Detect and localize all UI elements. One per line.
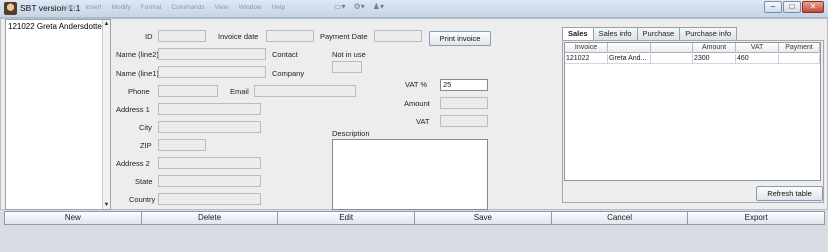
- payment-date-label: Payment Date: [320, 32, 368, 41]
- minimize-button[interactable]: –: [764, 1, 782, 13]
- window-tool-icon[interactable]: ▭▾: [334, 2, 346, 11]
- id-field[interactable]: [158, 30, 206, 42]
- action-bar: New Delete Edit Save Cancel Export: [4, 211, 826, 225]
- window-footer: [0, 228, 828, 252]
- not-in-use-field[interactable]: [332, 61, 362, 73]
- id-label: ID: [145, 32, 153, 41]
- email-field[interactable]: [254, 85, 356, 97]
- maximize-button[interactable]: □: [783, 1, 801, 13]
- tab-purchase[interactable]: Purchase: [636, 27, 681, 40]
- menu-help[interactable]: Help: [272, 4, 285, 11]
- edit-button[interactable]: Edit: [277, 211, 416, 225]
- tab-purchase-info[interactable]: Purchase info: [679, 27, 738, 40]
- name-line1-field[interactable]: [158, 66, 266, 78]
- zip-field[interactable]: [158, 139, 206, 151]
- column-header-amount[interactable]: Amount: [693, 43, 736, 53]
- tab-sales[interactable]: Sales: [562, 27, 594, 41]
- name-line1-label: Name (line1): [116, 69, 159, 78]
- name-line2-field[interactable]: [158, 48, 266, 60]
- menu-format[interactable]: Format: [141, 4, 162, 11]
- not-in-use-label: Not in use: [332, 50, 366, 59]
- table-cell: [651, 54, 693, 64]
- tab-strip: Sales Sales info Purchase Purchase info: [562, 27, 738, 41]
- column-header-invoice[interactable]: Invoice: [565, 43, 608, 53]
- table-cell: 121022: [565, 54, 608, 64]
- vat-percent-label: VAT %: [405, 80, 428, 89]
- address2-field[interactable]: [158, 157, 261, 169]
- list-item[interactable]: 121022 Greta Andersdotter: [8, 22, 105, 31]
- city-label: City: [139, 123, 152, 132]
- menu-modify[interactable]: Modify: [112, 4, 131, 11]
- city-field[interactable]: [158, 121, 261, 133]
- company-label: Company: [272, 69, 305, 78]
- column-header-name[interactable]: [608, 43, 651, 53]
- table-row[interactable]: 121022 Greta And... 2300 460: [565, 54, 820, 64]
- email-label: Email: [230, 87, 249, 96]
- invoice-list[interactable]: 121022 Greta Andersdotter ▲ ▼: [5, 19, 111, 210]
- menu-lists[interactable]: Lists: [62, 4, 75, 11]
- menu-view[interactable]: View: [215, 4, 229, 11]
- menu-commands[interactable]: Commands: [171, 4, 204, 11]
- vat-label: VAT: [416, 117, 430, 126]
- address1-field[interactable]: [158, 103, 261, 115]
- name-line2-label: Name (line2): [116, 50, 159, 59]
- amount-label: Amount: [404, 99, 430, 108]
- column-header-payment[interactable]: Payment: [779, 43, 820, 53]
- title-bar: SBT version 1.1 Lists Insert Modify Form…: [0, 0, 828, 18]
- list-scrollbar[interactable]: ▲ ▼: [102, 20, 110, 209]
- table-cell: Greta And...: [608, 54, 651, 64]
- menu-window[interactable]: Window: [239, 4, 262, 11]
- column-header-blank[interactable]: [651, 43, 693, 53]
- country-field[interactable]: [158, 193, 261, 205]
- scroll-up-icon[interactable]: ▲: [103, 20, 110, 28]
- save-button[interactable]: Save: [414, 211, 552, 225]
- sales-table[interactable]: Invoice Amount VAT Payment 121022 Greta …: [564, 42, 821, 181]
- tab-sales-info[interactable]: Sales info: [592, 27, 638, 40]
- table-cell: 460: [736, 54, 779, 64]
- cancel-button[interactable]: Cancel: [550, 211, 689, 225]
- phone-label: Phone: [128, 87, 150, 96]
- table-header: Invoice Amount VAT Payment: [565, 43, 820, 53]
- settings-tool-icon[interactable]: ⚙▾: [354, 2, 365, 11]
- toolbar-glyphs: ▭▾ ⚙▾ ♟▾: [334, 2, 384, 11]
- contact-label: Contact: [272, 50, 298, 59]
- app-avatar-icon: [4, 2, 17, 15]
- print-invoice-button[interactable]: Print invoice: [429, 31, 491, 46]
- vat-percent-field[interactable]: 25: [440, 79, 488, 91]
- refresh-table-button[interactable]: Refresh table: [756, 186, 823, 201]
- main-panel: 121022 Greta Andersdotter ▲ ▼ ID Invoice…: [0, 18, 828, 210]
- invoice-date-label: Invoice date: [218, 32, 259, 41]
- menu-insert[interactable]: Insert: [85, 4, 101, 11]
- vat-field[interactable]: [440, 115, 488, 127]
- user-tool-icon[interactable]: ♟▾: [373, 2, 384, 11]
- invoice-date-field[interactable]: [266, 30, 314, 42]
- menu-bar: Lists Insert Modify Format Commands View…: [62, 4, 285, 11]
- description-label: Description: [332, 129, 370, 138]
- amount-field[interactable]: [440, 97, 488, 109]
- payment-date-field[interactable]: [374, 30, 422, 42]
- new-button[interactable]: New: [4, 211, 142, 225]
- table-cell: 2300: [693, 54, 736, 64]
- export-button[interactable]: Export: [687, 211, 826, 225]
- table-cell: [779, 54, 820, 64]
- state-field[interactable]: [158, 175, 261, 187]
- address2-label: Address 2: [116, 159, 150, 168]
- close-button[interactable]: ✕: [802, 1, 824, 13]
- phone-field[interactable]: [158, 85, 218, 97]
- state-label: State: [135, 177, 153, 186]
- country-label: Country: [129, 195, 156, 204]
- delete-button[interactable]: Delete: [140, 211, 279, 225]
- address1-label: Address 1: [116, 105, 150, 114]
- column-header-vat[interactable]: VAT: [736, 43, 779, 53]
- scroll-down-icon[interactable]: ▼: [103, 201, 110, 209]
- description-textarea[interactable]: [332, 139, 488, 210]
- zip-label: ZIP: [140, 141, 152, 150]
